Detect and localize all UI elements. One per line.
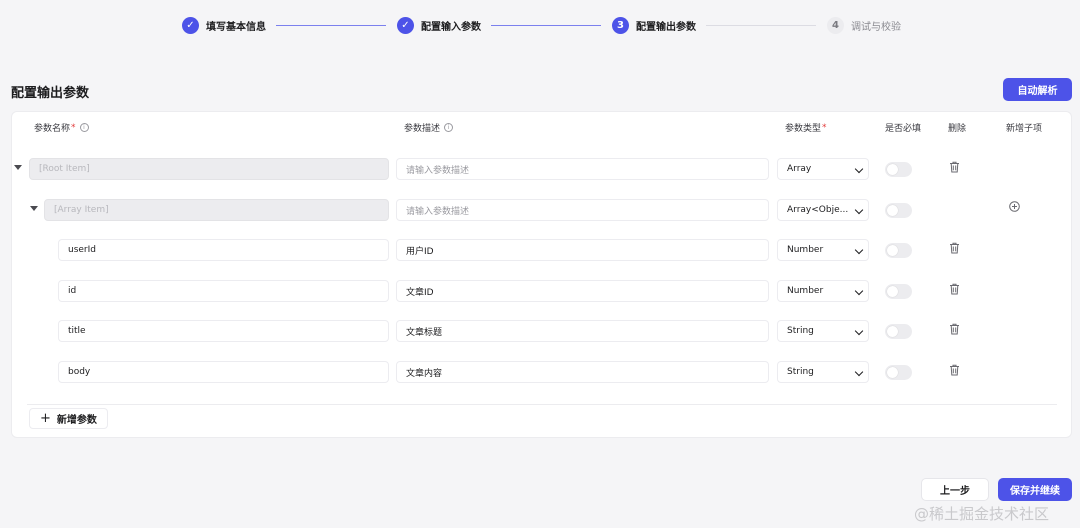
required-toggle[interactable] [885,243,912,258]
required-toggle[interactable] [885,162,912,177]
step-label: 配置输出参数 [636,21,696,33]
add-param-button[interactable]: + 新增参数 [29,408,108,429]
check-icon: ✓ [182,16,199,34]
trash-icon[interactable] [949,364,960,376]
save-continue-button[interactable]: 保存并继续 [998,478,1072,501]
prev-button[interactable]: 上一步 [921,478,989,501]
param-type-select[interactable]: Number [777,239,869,261]
trash-icon[interactable] [949,161,960,173]
param-type-select[interactable]: String [777,361,869,383]
watermark: @稀土掘金技术社区 [914,505,1050,523]
param-desc-input[interactable]: 文章标题 [396,320,769,342]
step-4: 4 调试与校验 [827,15,901,35]
step-connector [276,25,386,26]
caret-down-icon[interactable] [14,165,22,170]
chevron-down-icon [854,367,864,377]
step-connector [706,25,816,26]
toggle-knob [887,326,898,337]
toggle-knob [887,205,898,216]
toggle-knob [887,164,898,175]
param-type-value: String [787,326,814,336]
param-desc-input[interactable]: 请输入参数描述 [396,199,769,221]
check-icon: ✓ [397,16,414,34]
param-name-input[interactable]: id [58,280,389,302]
trash-icon[interactable] [949,283,960,295]
required-mark: * [822,122,827,133]
info-icon[interactable]: i [444,123,454,132]
stepper: ✓ 填写基本信息 ✓ 配置输入参数 3 配置输出参数 4 调试与校验 [0,15,1080,35]
step-label: 调试与校验 [851,21,901,33]
param-type-value: Number [787,286,824,296]
add-param-label: 新增参数 [56,415,97,426]
header-desc: 参数描述 i [404,121,454,134]
param-desc-input[interactable]: 用户ID [396,239,769,261]
step-label: 填写基本信息 [206,21,266,33]
param-name-input[interactable]: userId [58,239,389,261]
param-name-input[interactable]: body [58,361,389,383]
section-title: 配置输出参数 [11,86,90,101]
header-add-child: 新增子项 [1006,124,1043,134]
toggle-knob [887,367,898,378]
trash-icon[interactable] [949,242,960,254]
header-type: 参数类型 * [785,121,827,135]
chevron-down-icon [854,164,864,174]
step-3: 3 配置输出参数 [612,15,696,35]
trash-icon[interactable] [949,323,960,335]
toggle-knob [887,286,898,297]
param-type-select[interactable]: String [777,320,869,342]
param-row: title 文章标题 String [0,320,1080,344]
param-name-input[interactable]: title [58,320,389,342]
param-name-input: [Array Item] [44,199,389,221]
header-desc-label: 参数描述 [404,124,441,134]
required-toggle[interactable] [885,203,912,218]
param-desc-input[interactable]: 文章内容 [396,361,769,383]
header-name: 参数名称 * i [34,121,89,134]
info-icon[interactable]: i [79,123,89,132]
param-type-select[interactable]: Array<Obje... [777,199,869,221]
param-type-value: Array [787,164,812,174]
param-name-input: [Root Item] [29,158,389,180]
chevron-down-icon [854,245,864,255]
auto-parse-button[interactable]: 自动解析 [1003,78,1072,101]
header-delete: 删除 [948,124,967,134]
step-number: 3 [612,16,629,34]
required-toggle[interactable] [885,365,912,380]
chevron-down-icon [854,286,864,296]
required-mark: * [71,122,76,133]
param-row: id 文章ID Number [0,280,1080,304]
param-row-root: [Root Item] 请输入参数描述 Array [0,158,1080,182]
step-1: ✓ 填写基本信息 [182,15,266,35]
param-type-value: String [787,367,814,377]
plus-circle-icon[interactable] [1009,201,1020,212]
caret-down-icon[interactable] [30,206,38,211]
chevron-down-icon [854,326,864,336]
step-label: 配置输入参数 [421,21,481,33]
header-required: 是否必填 [885,124,922,134]
header-name-label: 参数名称 [34,124,71,134]
param-row: body 文章内容 String [0,361,1080,385]
param-desc-input[interactable]: 请输入参数描述 [396,158,769,180]
step-2: ✓ 配置输入参数 [397,15,481,35]
step-number: 4 [827,16,844,34]
plus-icon: + [40,411,51,426]
param-type-select[interactable]: Number [777,280,869,302]
divider [27,404,1057,405]
header-type-label: 参数类型 [785,124,822,134]
toggle-knob [887,245,898,256]
required-toggle[interactable] [885,324,912,339]
chevron-down-icon [854,205,864,215]
param-type-value: Array<Obje... [787,205,849,215]
param-row-array: [Array Item] 请输入参数描述 Array<Obje... [0,199,1080,223]
param-type-select[interactable]: Array [777,158,869,180]
step-connector [491,25,601,26]
required-toggle[interactable] [885,284,912,299]
param-row: userId 用户ID Number [0,239,1080,263]
param-type-value: Number [787,245,824,255]
param-desc-input[interactable]: 文章ID [396,280,769,302]
